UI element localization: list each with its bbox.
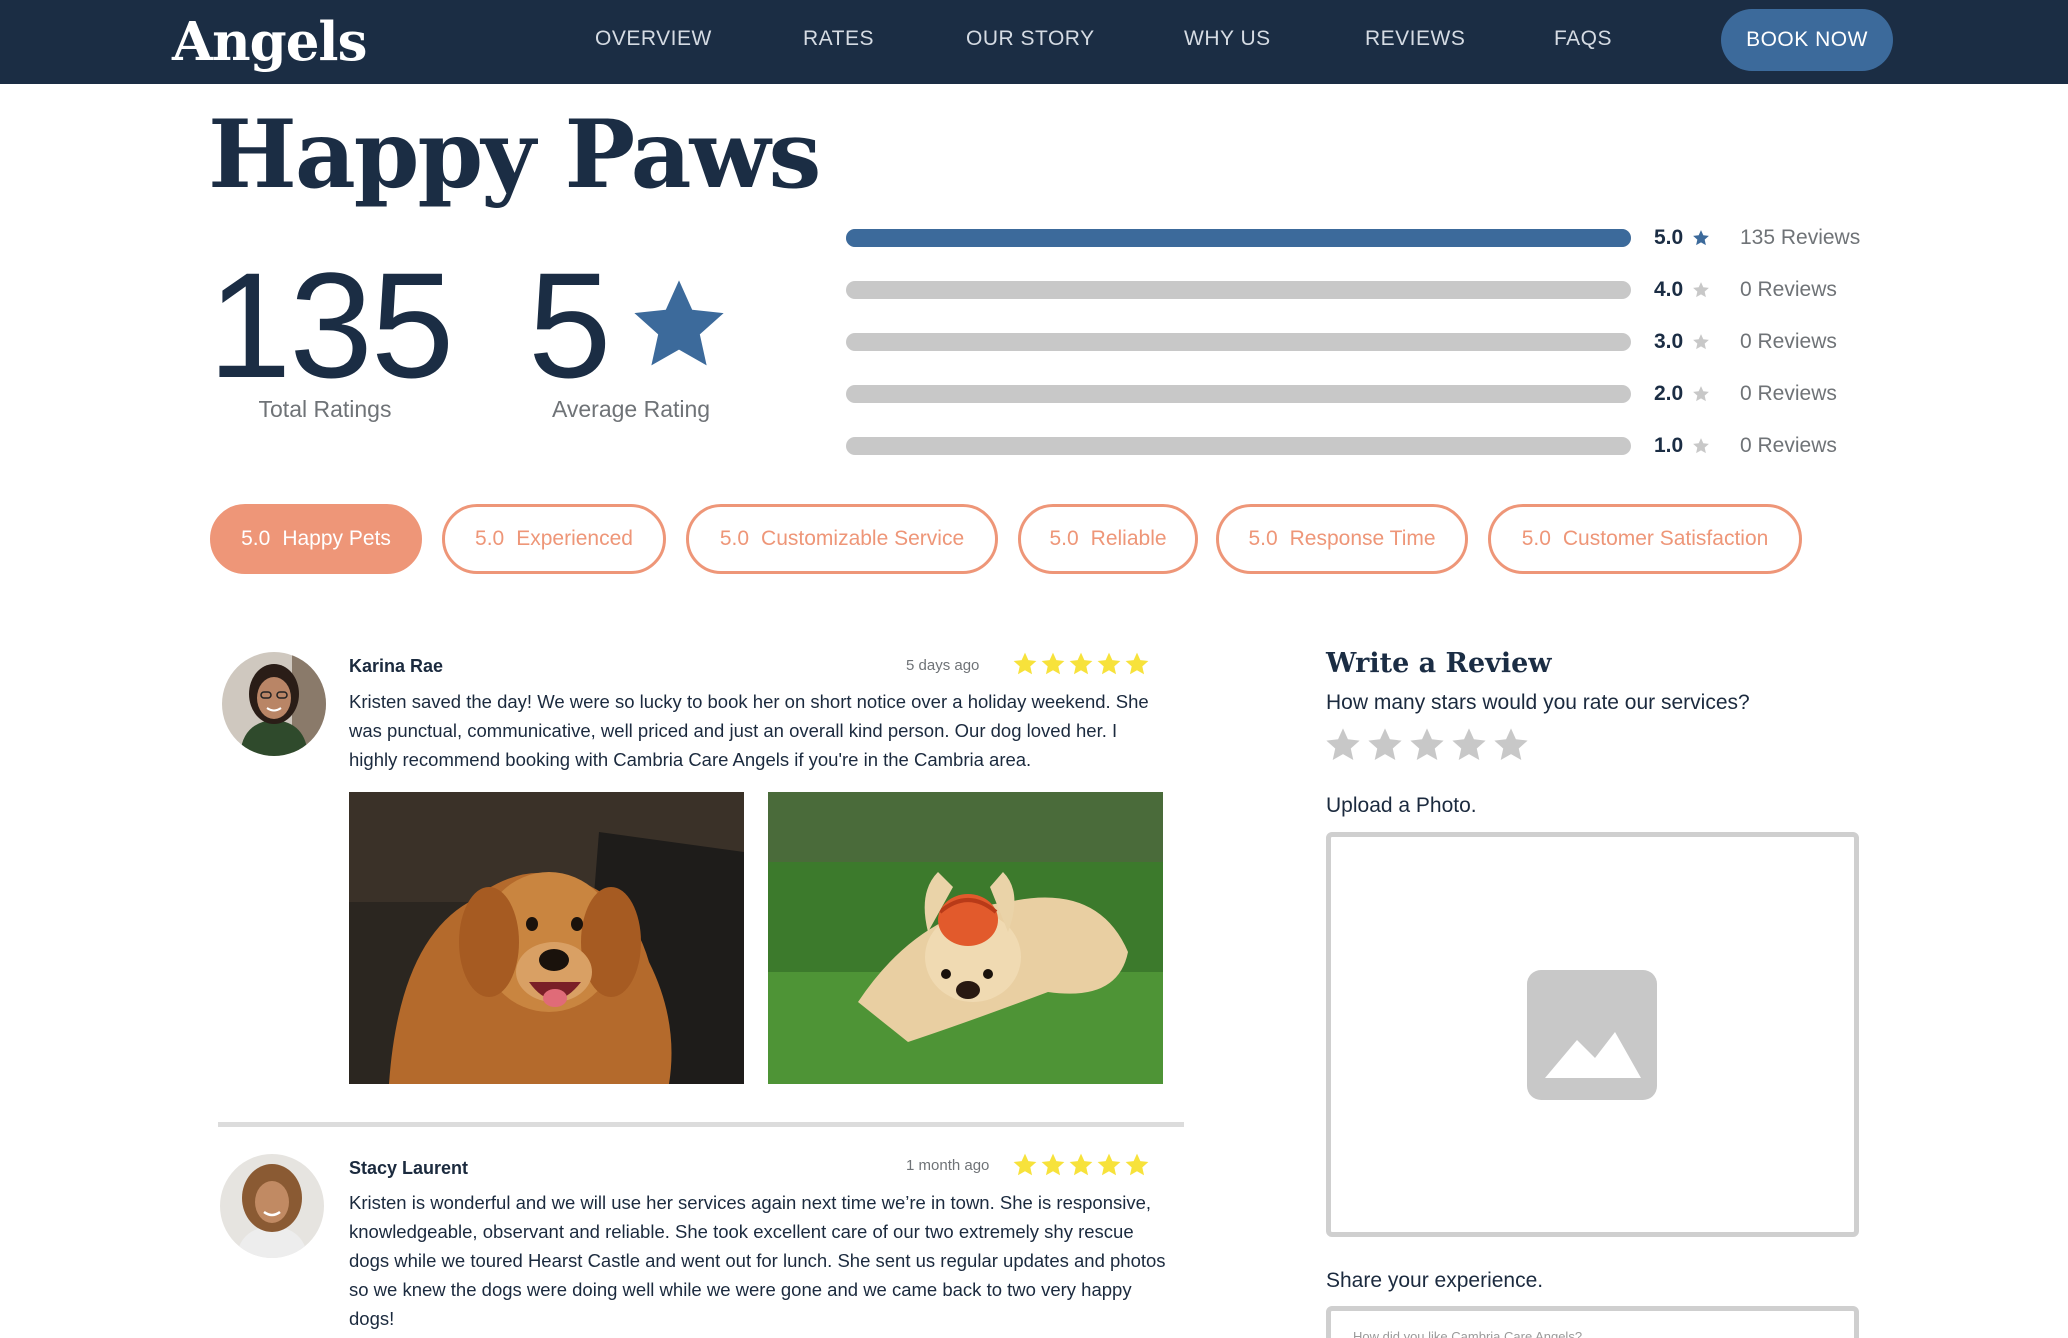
star-icon bbox=[1693, 230, 1709, 246]
star-icon[interactable] bbox=[1450, 726, 1488, 764]
review-stars bbox=[1012, 1152, 1152, 1178]
star-icon[interactable] bbox=[1492, 726, 1530, 764]
rating-bar-5 bbox=[846, 229, 1631, 247]
rating-bar-4 bbox=[846, 281, 1631, 299]
nav-link-rates[interactable]: RATES bbox=[803, 26, 874, 52]
review-text: Kristen saved the day! We were so lucky … bbox=[349, 691, 1149, 770]
page-title: Happy Paws bbox=[208, 100, 821, 210]
image-placeholder-icon bbox=[1527, 970, 1657, 1100]
review-date: 5 days ago bbox=[906, 657, 980, 674]
star-icon bbox=[1693, 334, 1709, 350]
star-icon bbox=[1693, 282, 1709, 298]
reviewer-name: Stacy Laurent bbox=[349, 1158, 469, 1178]
write-review-title: Write a Review bbox=[1326, 648, 1552, 679]
category-pill-happy-pets[interactable]: 5.0 Happy Pets bbox=[210, 504, 422, 574]
pill-label: Customer Satisfaction bbox=[1562, 527, 1769, 550]
nav-link-our-story[interactable]: OUR STORY bbox=[966, 26, 1095, 52]
pill-label: Experienced bbox=[516, 527, 633, 550]
category-pill-response-time[interactable]: 5.0 Response Time bbox=[1216, 504, 1468, 574]
reviewer-name: Karina Rae bbox=[349, 656, 444, 676]
rating-count: 0 Reviews bbox=[1740, 434, 1837, 457]
review-text-input[interactable] bbox=[1326, 1306, 1859, 1338]
star-icon bbox=[1013, 1153, 1037, 1176]
average-rating-label: Average Rating bbox=[551, 396, 711, 422]
nav-link-faqs[interactable]: FAQS bbox=[1554, 26, 1612, 52]
nav-link-overview[interactable]: OVERVIEW bbox=[595, 26, 712, 52]
star-icon bbox=[1013, 652, 1037, 675]
review-text: Kristen is wonderful and we will use her… bbox=[349, 1192, 1166, 1329]
star-icon bbox=[1069, 1153, 1093, 1176]
star-icon bbox=[1097, 652, 1121, 675]
total-ratings-value: 135 bbox=[208, 241, 454, 409]
review-divider bbox=[218, 1122, 1184, 1127]
average-star-icon bbox=[634, 280, 724, 366]
rating-bar-fill bbox=[846, 229, 1631, 247]
star-icon bbox=[1041, 652, 1065, 675]
pill-score: 5.0 bbox=[1521, 527, 1551, 550]
pill-label: Response Time bbox=[1289, 527, 1436, 550]
rating-count: 0 Reviews bbox=[1740, 278, 1837, 301]
average-rating-value: 5 bbox=[528, 241, 611, 409]
avatar bbox=[222, 652, 326, 756]
pill-score: 5.0 bbox=[241, 527, 271, 550]
pill-label: Reliable bbox=[1090, 527, 1167, 550]
rating-level: 4.0 bbox=[1654, 278, 1684, 301]
rating-level: 2.0 bbox=[1654, 382, 1684, 405]
rating-count: 0 Reviews bbox=[1740, 382, 1837, 405]
rating-bar-1 bbox=[846, 437, 1631, 455]
star-icon bbox=[1041, 1153, 1065, 1176]
nav-link-reviews[interactable]: REVIEWS bbox=[1365, 26, 1465, 52]
star-icon bbox=[1125, 652, 1149, 675]
rating-bar-2 bbox=[846, 385, 1631, 403]
review-date: 1 month ago bbox=[906, 1157, 990, 1174]
pill-score: 5.0 bbox=[1248, 527, 1278, 550]
rating-level: 1.0 bbox=[1654, 434, 1684, 457]
star-icon bbox=[1069, 652, 1093, 675]
total-ratings-label: Total Ratings bbox=[258, 396, 392, 422]
avatar bbox=[220, 1154, 324, 1258]
rating-level: 3.0 bbox=[1654, 330, 1684, 353]
category-pill-customizable-service[interactable]: 5.0 Customizable Service bbox=[686, 504, 998, 574]
pill-score: 5.0 bbox=[1049, 527, 1079, 550]
rating-count: 0 Reviews bbox=[1740, 330, 1837, 353]
pill-label: Customizable Service bbox=[761, 527, 965, 550]
top-nav: Angels OVERVIEW RATES OUR STORY WHY US R… bbox=[0, 0, 2068, 84]
star-icon[interactable] bbox=[1366, 726, 1404, 764]
star-icon[interactable] bbox=[1324, 726, 1362, 764]
upload-photo-label: Upload a Photo. bbox=[1326, 794, 1477, 817]
brand-logo[interactable]: Angels bbox=[172, 8, 367, 76]
share-experience-label: Share your experience. bbox=[1326, 1269, 1544, 1292]
review-photo-dog-playing[interactable] bbox=[768, 792, 1163, 1084]
star-icon bbox=[1125, 1153, 1149, 1176]
review-stars bbox=[1012, 651, 1152, 677]
rating-count: 135 Reviews bbox=[1740, 226, 1861, 249]
rating-level: 5.0 bbox=[1654, 226, 1684, 249]
pill-label: Happy Pets bbox=[282, 527, 391, 550]
pill-score: 5.0 bbox=[475, 527, 505, 550]
pill-score: 5.0 bbox=[719, 527, 750, 550]
star-icon bbox=[1693, 438, 1709, 454]
star-rating-input[interactable] bbox=[1324, 726, 1534, 764]
star-icon bbox=[1693, 386, 1709, 402]
book-now-button[interactable]: BOOK NOW bbox=[1721, 9, 1893, 71]
rating-bar-3 bbox=[846, 333, 1631, 351]
category-pill-reliable[interactable]: 5.0 Reliable bbox=[1018, 504, 1198, 574]
star-icon bbox=[1097, 1153, 1121, 1176]
category-pill-experienced[interactable]: 5.0 Experienced bbox=[442, 504, 666, 574]
category-pill-customer-satisfaction[interactable]: 5.0 Customer Satisfaction bbox=[1488, 504, 1802, 574]
review-photo-dog-smiling[interactable] bbox=[349, 792, 744, 1084]
nav-link-why-us[interactable]: WHY US bbox=[1184, 26, 1271, 52]
star-rating-question: How many stars would you rate our servic… bbox=[1326, 691, 1750, 714]
star-icon[interactable] bbox=[1408, 726, 1446, 764]
photo-upload-dropzone[interactable] bbox=[1326, 832, 1859, 1237]
